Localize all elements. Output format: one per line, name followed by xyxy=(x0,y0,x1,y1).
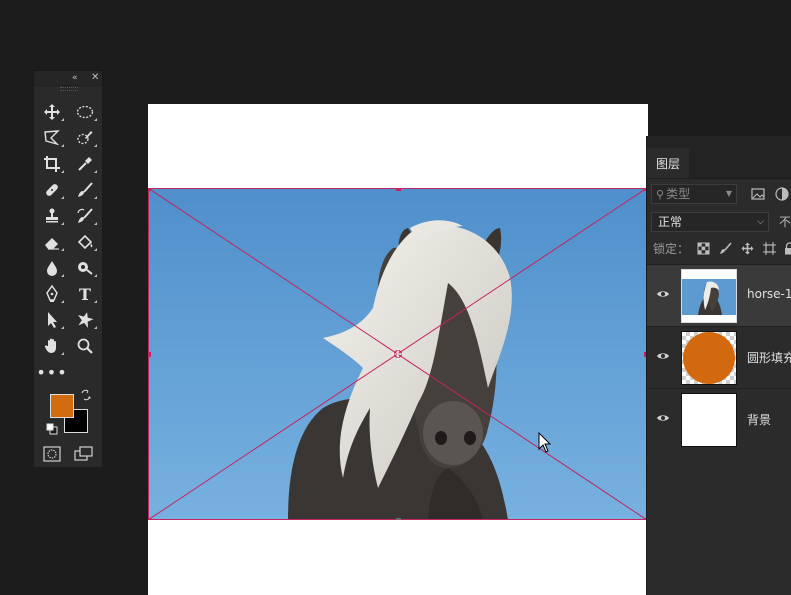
collapse-icon[interactable]: « xyxy=(72,71,78,85)
image-filter-icon[interactable] xyxy=(751,187,765,201)
lock-label: 锁定： xyxy=(653,242,690,256)
mouse-cursor-icon xyxy=(538,432,552,453)
history-brush-icon xyxy=(77,208,93,223)
healing-brush-tool[interactable] xyxy=(39,179,65,201)
tools-panel: « ✕ T ••• xyxy=(33,70,103,468)
layer-thumbnail-background xyxy=(681,393,737,447)
adjustment-filter-icon[interactable] xyxy=(775,187,789,201)
layer-thumbnail-circle xyxy=(681,331,737,385)
eraser-tool[interactable] xyxy=(39,231,65,253)
blur-tool[interactable] xyxy=(39,257,65,279)
zoom-tool[interactable] xyxy=(72,335,98,357)
eyedropper-tool[interactable] xyxy=(72,153,98,175)
move-icon xyxy=(44,104,60,120)
pen-icon xyxy=(46,285,58,302)
polygonal-lasso-icon xyxy=(44,130,60,146)
layer-row-horse[interactable]: horse-13 xyxy=(647,264,791,326)
type-tool[interactable]: T xyxy=(72,283,98,305)
custom-shape-tool[interactable] xyxy=(72,309,98,331)
foreground-color-swatch[interactable] xyxy=(50,394,74,418)
crop-icon xyxy=(44,156,60,172)
dodge-tool[interactable] xyxy=(72,257,98,279)
chevron-down-icon: ⌵ xyxy=(757,217,764,227)
move-tool[interactable] xyxy=(39,101,65,123)
swap-colors-icon[interactable] xyxy=(80,389,92,401)
more-icon: ••• xyxy=(36,362,68,382)
edit-toolbar-button[interactable]: ••• xyxy=(36,361,68,383)
layer-name[interactable]: 圆形填充 xyxy=(747,349,791,366)
chevron-down-icon: ▼ xyxy=(725,189,732,198)
lock-transparent-pixels-icon[interactable] xyxy=(697,242,710,255)
screen-mode-icon[interactable] xyxy=(74,446,94,462)
close-icon[interactable]: ✕ xyxy=(91,71,99,85)
tools-panel-header[interactable]: « ✕ xyxy=(34,71,102,86)
quick-mask-icon[interactable] xyxy=(43,446,61,462)
brush-tool[interactable] xyxy=(72,179,98,201)
crop-tool[interactable] xyxy=(39,153,65,175)
polygonal-lasso-tool[interactable] xyxy=(39,127,65,149)
layer-filter-row: ⚲ 类型 ▼ xyxy=(651,184,791,204)
blend-mode-select[interactable]: 正常 ⌵ xyxy=(651,212,769,232)
layers-panel-tabbar: 图层 xyxy=(647,136,791,179)
layer-row-background[interactable]: 背景 xyxy=(647,388,791,450)
search-icon: ⚲ xyxy=(656,188,665,201)
hand-tool[interactable] xyxy=(39,335,65,357)
placed-horse-image[interactable] xyxy=(148,188,647,520)
eye-icon[interactable] xyxy=(656,351,670,361)
pen-tool[interactable] xyxy=(39,283,65,305)
panel-grip[interactable] xyxy=(60,87,78,91)
eyedropper-icon xyxy=(78,157,92,171)
stamp-icon xyxy=(46,208,58,223)
hand-icon xyxy=(44,338,56,353)
lock-artboard-icon[interactable] xyxy=(763,242,776,255)
lock-position-icon[interactable] xyxy=(741,242,754,255)
layer-row-circle-fill[interactable]: 圆形填充 xyxy=(647,326,791,388)
filter-kind-label: 类型 xyxy=(666,187,691,201)
layer-thumbnail-horse xyxy=(681,269,737,323)
path-selection-tool[interactable] xyxy=(39,309,65,331)
arrow-icon xyxy=(48,312,57,328)
ellipse-marquee-icon xyxy=(76,105,94,119)
layer-filter-kind-select[interactable]: ⚲ 类型 ▼ xyxy=(651,184,737,204)
zoom-icon xyxy=(77,338,93,354)
drop-icon xyxy=(47,261,57,276)
lock-row: 锁定： xyxy=(653,240,791,258)
bandage-icon xyxy=(46,184,58,196)
shape-icon xyxy=(78,312,94,329)
blend-mode-value: 正常 xyxy=(658,215,683,229)
layers-panel: 图层 ⚲ 类型 ▼ 正常 ⌵ 不 锁定： horse- 圆形填充 背景 xyxy=(646,136,791,595)
history-brush-tool[interactable] xyxy=(72,205,98,227)
clone-stamp-tool[interactable] xyxy=(39,205,65,227)
lock-all-icon[interactable] xyxy=(783,242,791,255)
eraser-icon xyxy=(45,238,59,250)
eye-icon[interactable] xyxy=(656,413,670,423)
tab-layers[interactable]: 图层 xyxy=(647,148,689,178)
paint-bucket-icon xyxy=(77,234,93,250)
opacity-label: 不 xyxy=(779,215,791,229)
quick-selection-icon xyxy=(77,131,93,145)
lock-image-pixels-icon[interactable] xyxy=(719,242,732,255)
paint-bucket-tool[interactable] xyxy=(72,231,98,253)
elliptical-marquee-tool[interactable] xyxy=(72,101,98,123)
type-icon: T xyxy=(79,284,91,304)
quick-selection-tool[interactable] xyxy=(72,127,98,149)
eye-icon[interactable] xyxy=(656,289,670,299)
brush-icon xyxy=(78,182,93,197)
blend-mode-row: 正常 ⌵ 不 xyxy=(651,212,791,232)
dodge-icon xyxy=(78,262,93,275)
layer-name[interactable]: 背景 xyxy=(747,411,771,428)
layer-name[interactable]: horse-13 xyxy=(747,287,791,301)
default-colors-icon[interactable] xyxy=(46,423,58,435)
